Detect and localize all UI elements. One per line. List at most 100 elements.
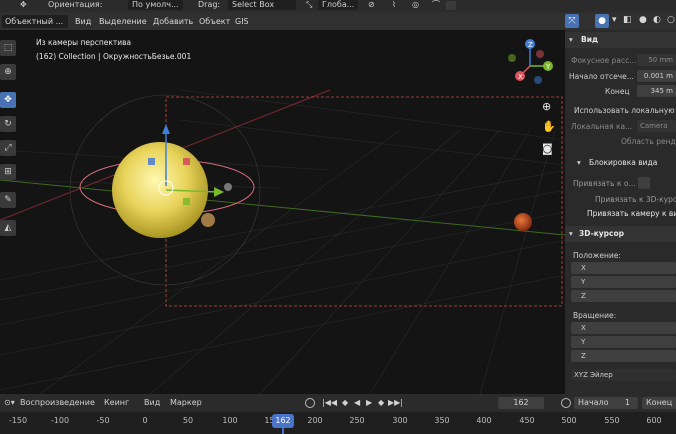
xray-icon[interactable]: ◧ [623, 15, 632, 25]
properties-sidebar: ▾ Вид Фокусное расс... 50 mm Начало отсе… [565, 30, 676, 394]
cursor-collapse-icon: ▾ [569, 229, 573, 238]
menu-select[interactable]: Выделение [96, 15, 150, 28]
editor-type-icon[interactable]: ⊙▾ [4, 397, 15, 409]
lock-cursor-checkbox[interactable]: Привязать к 3D-курсору [595, 195, 676, 204]
menu-view[interactable]: Вид [72, 15, 94, 28]
rotation-x-field[interactable]: X [571, 322, 676, 334]
transform-pivot-icon[interactable]: ✥ [20, 0, 27, 10]
solid-shading-icon[interactable]: ● [639, 15, 647, 25]
rotation-mode-dropdown[interactable]: XYZ Эйлер [571, 369, 676, 381]
3d-viewport[interactable]: Из камеры перспектива (162) Collection |… [0, 30, 565, 394]
transform-orientation-icon[interactable]: ⤡ [306, 0, 312, 10]
lock-object-field[interactable] [638, 177, 650, 189]
overlay-icon[interactable]: ● [595, 14, 609, 28]
move-icon[interactable]: ✥ [0, 92, 16, 108]
lock-panel-title[interactable]: Блокировка вида [589, 158, 657, 167]
menu-keying[interactable]: Кеинг [104, 397, 129, 409]
start-frame-field[interactable]: Начало 1 [574, 397, 638, 409]
location-x-field[interactable]: X [571, 262, 676, 274]
play-icon[interactable]: ▶ [366, 397, 372, 409]
timeline-ruler[interactable]: -150 -100 -50 0 50 100 150 200 250 300 3… [0, 412, 676, 434]
transform-icon[interactable]: ⊞ [0, 164, 16, 180]
end-frame-field[interactable]: Конец [642, 397, 676, 409]
proportional-edit-icon[interactable]: ◎ [412, 0, 419, 10]
record-icon[interactable] [305, 398, 315, 408]
collapse-icon: ▾ [569, 35, 573, 44]
transform-orientation-dropdown[interactable]: Глоба... [318, 0, 359, 10]
gizmo-z-label: Z [528, 41, 533, 49]
local-camera-field[interactable]: Camera [637, 120, 676, 132]
render-region-checkbox[interactable]: Область рендера [621, 137, 676, 146]
tick-label: 50 [182, 416, 194, 425]
tick-label: -50 [96, 416, 110, 425]
local-camera-label: Локальная ка... [571, 122, 633, 131]
viewport-scene [0, 89, 565, 394]
orientation-dropdown[interactable]: По умолч... [128, 0, 183, 10]
select-box-icon[interactable]: ⬚ [0, 40, 16, 56]
rotation-y-field[interactable]: Y [571, 336, 676, 348]
gizmo-y-label: Y [546, 63, 551, 71]
scale-icon[interactable]: ⤢ [0, 140, 16, 156]
view-panel-header[interactable]: ▾ Вид [565, 32, 676, 48]
jump-end-icon[interactable]: ▶▶| [388, 397, 403, 409]
hand-icon[interactable]: ✋ [542, 120, 556, 133]
menu-gis[interactable]: GIS [232, 15, 252, 28]
annotate-icon[interactable]: ✎ [0, 192, 16, 208]
start-frame-value: 1 [624, 398, 630, 407]
start-frame-label: Начало [578, 398, 609, 407]
measure-icon[interactable]: ◭ [0, 220, 16, 236]
falloff-icon[interactable]: ⌒ [432, 0, 440, 10]
current-frame-field[interactable]: 162 [498, 397, 544, 409]
clip-end-field[interactable]: 345 m [637, 85, 676, 97]
lock-camera-checkbox[interactable]: Привязать камеру к вид... [587, 209, 676, 218]
gizmo-toggle-icon[interactable]: ⤧ [565, 14, 579, 28]
menu-object[interactable]: Объект [196, 15, 233, 28]
clip-start-label: Начало отсече... [569, 72, 634, 81]
overlay-dropdown-icon[interactable]: ▾ [612, 15, 617, 25]
cursor-icon[interactable]: ⊕ [0, 64, 16, 80]
prev-keyframe-icon[interactable]: ◆ [342, 397, 348, 409]
menu-playback[interactable]: Воспроизведение [20, 397, 95, 409]
tick-label: 450 [519, 416, 535, 425]
tick-label: 0 [142, 416, 148, 425]
location-y-field[interactable]: Y [571, 276, 676, 288]
playhead[interactable]: 162 [272, 414, 294, 428]
menu-timeline-view[interactable]: Вид [144, 397, 160, 409]
material-shading-icon[interactable]: ◐ [653, 15, 661, 25]
snap-icon[interactable]: ⌇ [392, 0, 396, 10]
cursor-panel-header[interactable]: ▾ 3D-курсор [565, 226, 676, 242]
location-z-field[interactable]: Z [571, 290, 676, 302]
location-label: Положение: [573, 251, 621, 260]
clock-icon[interactable] [561, 398, 571, 408]
use-local-camera-checkbox[interactable]: Использовать локальную к... [574, 106, 676, 115]
camera-view-label: Из камеры перспектива [36, 38, 132, 47]
tick-label: 600 [646, 416, 662, 425]
drag-dropdown[interactable]: Select Box [228, 0, 296, 10]
lock-collapse-icon: ▾ [577, 158, 581, 167]
camera-icon[interactable]: ◙ [542, 142, 553, 155]
clip-start-field[interactable]: 0.001 m [637, 70, 676, 82]
next-keyframe-icon[interactable]: ◆ [378, 397, 384, 409]
tick-label: 200 [307, 416, 323, 425]
focal-length-field[interactable]: 50 mm [637, 54, 676, 66]
rotation-label: Вращение: [573, 311, 617, 320]
playback-bar: ⊙▾ Воспроизведение Кеинг Вид Маркер |◀◀ … [0, 394, 676, 412]
jump-start-icon[interactable]: |◀◀ [322, 397, 337, 409]
playhead-line [282, 428, 284, 434]
tick-label: 100 [222, 416, 238, 425]
play-reverse-icon[interactable]: ◀ [354, 397, 360, 409]
tick-label: 350 [434, 416, 450, 425]
orientation-label: Ориентация: [48, 0, 103, 9]
shading-header: ⤧ ● ▾ ◧ ● ◐ ○ [565, 12, 676, 30]
pivot-icon[interactable]: ⊘ [368, 0, 375, 10]
rendered-shading-icon[interactable]: ○ [667, 15, 675, 25]
option-box[interactable] [446, 1, 456, 10]
menu-add[interactable]: Добавить [150, 15, 196, 28]
menu-marker[interactable]: Маркер [170, 397, 202, 409]
mode-dropdown[interactable]: Объектный ... [2, 15, 68, 28]
rotation-z-field[interactable]: Z [571, 350, 676, 362]
zoom-icon[interactable]: ⊕ [542, 100, 551, 113]
collection-label: (162) Collection | ОкружностьБезье.001 [36, 52, 192, 61]
tick-label: 550 [604, 416, 620, 425]
rotate-icon[interactable]: ↻ [0, 116, 16, 132]
